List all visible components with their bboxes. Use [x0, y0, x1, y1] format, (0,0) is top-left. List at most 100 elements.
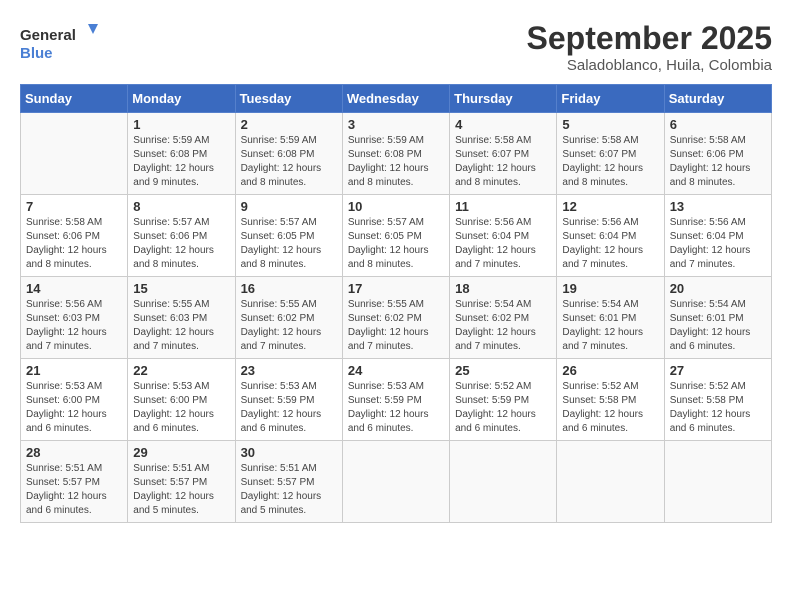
day-cell: 20Sunrise: 5:54 AMSunset: 6:01 PMDayligh…: [664, 277, 771, 359]
day-number: 29: [133, 445, 229, 460]
day-cell: 8 Sunrise: 5:57 AMSunset: 6:06 PMDaylight…: [128, 195, 235, 277]
header: General Blue September 2025 Saladoblanco…: [20, 20, 772, 74]
day-cell: 7Sunrise: 5:58 AMSunset: 6:06 PMDaylight…: [21, 195, 128, 277]
day-info: Sunrise: 5:53 AMSunset: 6:00 PMDaylight:…: [26, 380, 122, 436]
day-header-saturday: Saturday: [664, 85, 771, 113]
day-cell: 17 Sunrise: 5:55 AMSunset: 6:02 PMDayligh…: [342, 277, 449, 359]
day-cell: 26 Sunrise: 5:52 AMSunset: 5:58 PMDayligh…: [557, 359, 664, 441]
day-info: Sunrise: 5:59 AMSunset: 6:08 PMDaylight:…: [133, 134, 229, 190]
day-number: 10: [348, 199, 444, 214]
day-cell: 10 Sunrise: 5:57 AMSunset: 6:05 PMDayligh…: [342, 195, 449, 277]
day-info: Sunrise: 5:56 AMSunset: 6:04 PMDaylight:…: [670, 216, 766, 272]
day-number: 13: [670, 199, 766, 214]
day-number: 4: [455, 117, 551, 132]
day-cell: 12 Sunrise: 5:56 AMSunset: 6:04 PMDayligh…: [557, 195, 664, 277]
day-info: Sunrise: 5:53 AMSunset: 5:59 PMDaylight:…: [348, 380, 444, 436]
day-info: Sunrise: 5:56 AMSunset: 6:04 PMDaylight:…: [455, 216, 551, 272]
day-number: 22: [133, 363, 229, 378]
svg-text:Blue: Blue: [20, 45, 53, 62]
day-info: Sunrise: 5:56 AMSunset: 6:04 PMDaylight:…: [562, 216, 658, 272]
day-cell: 6 Sunrise: 5:58 AMSunset: 6:06 PMDaylight…: [664, 113, 771, 195]
day-number: 24: [348, 363, 444, 378]
day-number: 28: [26, 445, 122, 460]
day-number: 23: [241, 363, 337, 378]
day-number: 2: [241, 117, 337, 132]
day-info: Sunrise: 5:59 AMSunset: 6:08 PMDaylight:…: [348, 134, 444, 190]
day-number: 21: [26, 363, 122, 378]
day-cell: [450, 441, 557, 523]
logo-svg: General Blue: [20, 20, 100, 64]
day-info: Sunrise: 5:59 AMSunset: 6:08 PMDaylight:…: [241, 134, 337, 190]
day-info: Sunrise: 5:51 AMSunset: 5:57 PMDaylight:…: [133, 462, 229, 518]
day-cell: 9 Sunrise: 5:57 AMSunset: 6:05 PMDaylight…: [235, 195, 342, 277]
day-info: Sunrise: 5:58 AMSunset: 6:07 PMDaylight:…: [562, 134, 658, 190]
day-number: 27: [670, 363, 766, 378]
day-cell: 3 Sunrise: 5:59 AMSunset: 6:08 PMDaylight…: [342, 113, 449, 195]
day-number: 9: [241, 199, 337, 214]
day-cell: [342, 441, 449, 523]
day-number: 6: [670, 117, 766, 132]
day-info: Sunrise: 5:55 AMSunset: 6:02 PMDaylight:…: [348, 298, 444, 354]
day-info: Sunrise: 5:56 AMSunset: 6:03 PMDaylight:…: [26, 298, 122, 354]
day-number: 26: [562, 363, 658, 378]
week-row-5: 28 Sunrise: 5:51 AMSunset: 5:57 PMDayligh…: [21, 441, 772, 523]
week-row-1: 1Sunrise: 5:59 AMSunset: 6:08 PMDaylight…: [21, 113, 772, 195]
svg-text:General: General: [20, 27, 76, 44]
day-number: 15: [133, 281, 229, 296]
day-cell: 16 Sunrise: 5:55 AMSunset: 6:02 PMDayligh…: [235, 277, 342, 359]
week-row-2: 7Sunrise: 5:58 AMSunset: 6:06 PMDaylight…: [21, 195, 772, 277]
day-number: 5: [562, 117, 658, 132]
month-title: September 2025: [527, 20, 772, 57]
day-cell: 28 Sunrise: 5:51 AMSunset: 5:57 PMDayligh…: [21, 441, 128, 523]
day-info: Sunrise: 5:52 AMSunset: 5:59 PMDaylight:…: [455, 380, 551, 436]
day-cell: [21, 113, 128, 195]
day-info: Sunrise: 5:52 AMSunset: 5:58 PMDaylight:…: [562, 380, 658, 436]
day-number: 17: [348, 281, 444, 296]
days-header-row: SundayMondayTuesdayWednesdayThursdayFrid…: [21, 85, 772, 113]
day-cell: 24 Sunrise: 5:53 AMSunset: 5:59 PMDayligh…: [342, 359, 449, 441]
day-number: 12: [562, 199, 658, 214]
day-number: 19: [562, 281, 658, 296]
day-cell: 21 Sunrise: 5:53 AMSunset: 6:00 PMDayligh…: [21, 359, 128, 441]
day-info: Sunrise: 5:51 AMSunset: 5:57 PMDaylight:…: [26, 462, 122, 518]
day-info: Sunrise: 5:57 AMSunset: 6:06 PMDaylight:…: [133, 216, 229, 272]
day-info: Sunrise: 5:58 AMSunset: 6:06 PMDaylight:…: [670, 134, 766, 190]
day-cell: 19 Sunrise: 5:54 AMSunset: 6:01 PMDayligh…: [557, 277, 664, 359]
day-cell: 25 Sunrise: 5:52 AMSunset: 5:59 PMDayligh…: [450, 359, 557, 441]
day-number: 14: [26, 281, 122, 296]
day-info: Sunrise: 5:54 AMSunset: 6:01 PMDaylight:…: [670, 298, 766, 354]
day-info: Sunrise: 5:51 AMSunset: 5:57 PMDaylight:…: [241, 462, 337, 518]
day-cell: 11 Sunrise: 5:56 AMSunset: 6:04 PMDayligh…: [450, 195, 557, 277]
day-cell: 30 Sunrise: 5:51 AMSunset: 5:57 PMDayligh…: [235, 441, 342, 523]
day-info: Sunrise: 5:52 AMSunset: 5:58 PMDaylight:…: [670, 380, 766, 436]
week-row-3: 14 Sunrise: 5:56 AMSunset: 6:03 PMDayligh…: [21, 277, 772, 359]
day-cell: 4 Sunrise: 5:58 AMSunset: 6:07 PMDaylight…: [450, 113, 557, 195]
day-cell: 1Sunrise: 5:59 AMSunset: 6:08 PMDaylight…: [128, 113, 235, 195]
day-info: Sunrise: 5:53 AMSunset: 6:00 PMDaylight:…: [133, 380, 229, 436]
location-subtitle: Saladoblanco, Huila, Colombia: [527, 57, 772, 74]
day-number: 16: [241, 281, 337, 296]
day-cell: 22 Sunrise: 5:53 AMSunset: 6:00 PMDayligh…: [128, 359, 235, 441]
day-cell: [557, 441, 664, 523]
day-cell: 5 Sunrise: 5:58 AMSunset: 6:07 PMDaylight…: [557, 113, 664, 195]
day-info: Sunrise: 5:55 AMSunset: 6:02 PMDaylight:…: [241, 298, 337, 354]
day-cell: 13 Sunrise: 5:56 AMSunset: 6:04 PMDayligh…: [664, 195, 771, 277]
day-number: 3: [348, 117, 444, 132]
day-info: Sunrise: 5:57 AMSunset: 6:05 PMDaylight:…: [241, 216, 337, 272]
day-header-friday: Friday: [557, 85, 664, 113]
day-cell: 14 Sunrise: 5:56 AMSunset: 6:03 PMDayligh…: [21, 277, 128, 359]
logo: General Blue: [20, 20, 100, 64]
day-info: Sunrise: 5:55 AMSunset: 6:03 PMDaylight:…: [133, 298, 229, 354]
day-info: Sunrise: 5:57 AMSunset: 6:05 PMDaylight:…: [348, 216, 444, 272]
day-number: 11: [455, 199, 551, 214]
day-info: Sunrise: 5:58 AMSunset: 6:07 PMDaylight:…: [455, 134, 551, 190]
day-cell: 27 Sunrise: 5:52 AMSunset: 5:58 PMDayligh…: [664, 359, 771, 441]
day-header-wednesday: Wednesday: [342, 85, 449, 113]
day-cell: 29 Sunrise: 5:51 AMSunset: 5:57 PMDayligh…: [128, 441, 235, 523]
day-number: 8: [133, 199, 229, 214]
day-number: 25: [455, 363, 551, 378]
day-info: Sunrise: 5:54 AMSunset: 6:01 PMDaylight:…: [562, 298, 658, 354]
day-cell: 18Sunrise: 5:54 AMSunset: 6:02 PMDayligh…: [450, 277, 557, 359]
day-number: 30: [241, 445, 337, 460]
calendar-table: SundayMondayTuesdayWednesdayThursdayFrid…: [20, 84, 772, 523]
